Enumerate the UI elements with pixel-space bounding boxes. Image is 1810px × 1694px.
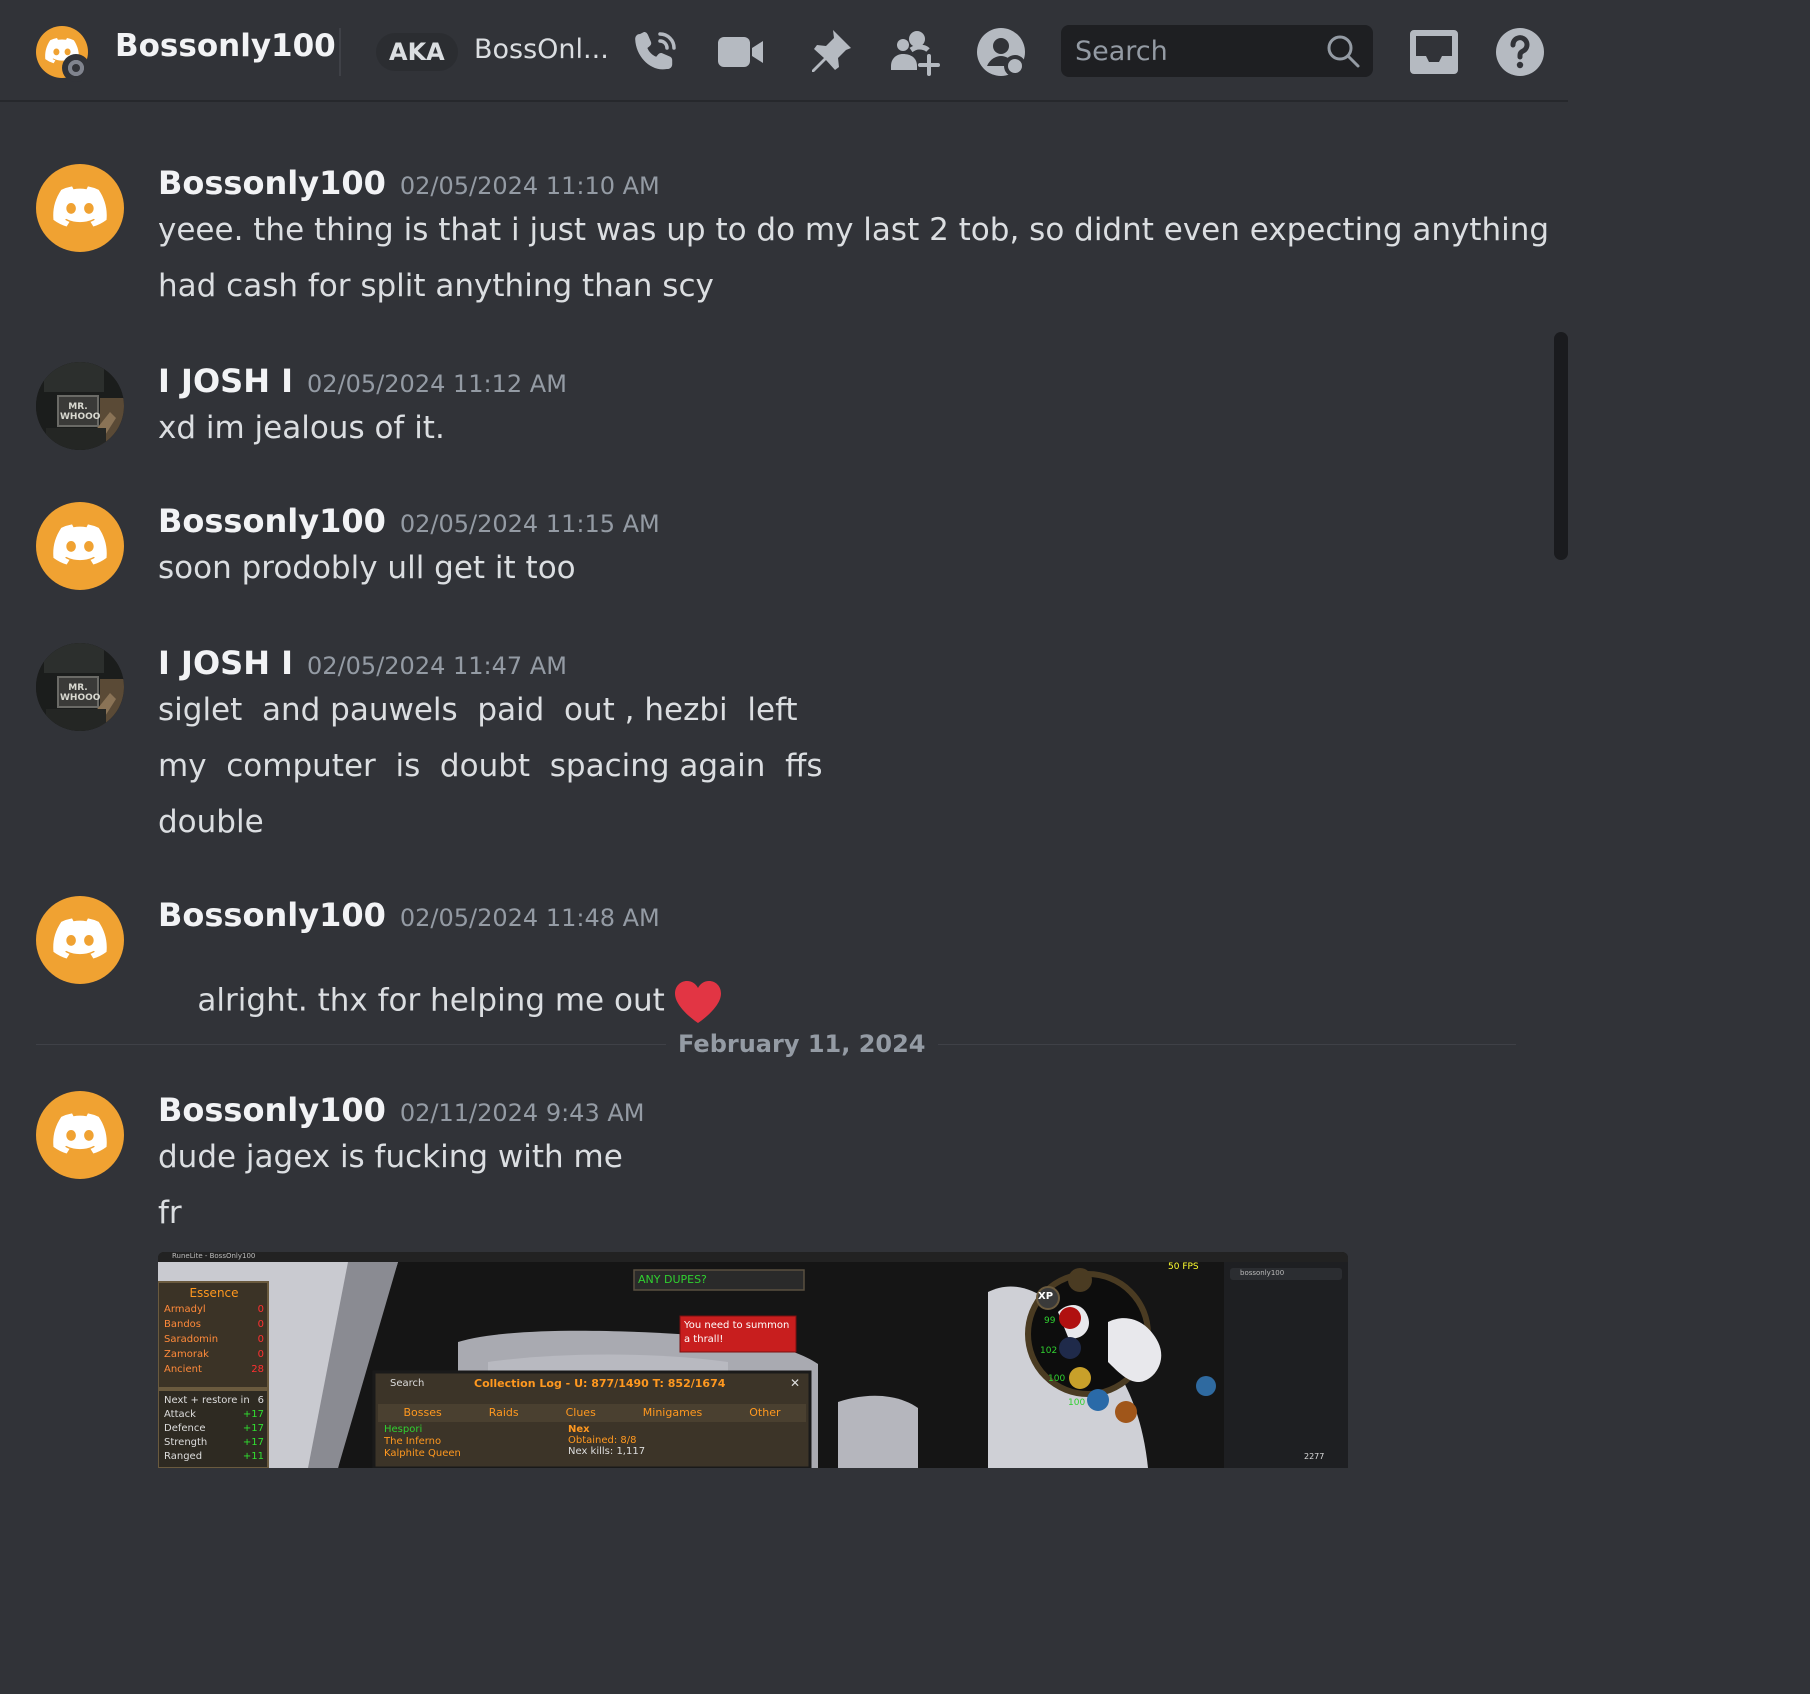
total-level: 2277	[1304, 1452, 1325, 1461]
message-text: double	[158, 804, 264, 840]
message-author[interactable]: I JOSH I	[158, 362, 293, 400]
essence-title: Essence	[189, 1286, 239, 1300]
message-header: I JOSH I 02/05/2024 11:47 AM	[158, 644, 567, 682]
runelite-sidebar-search: bossonly100	[1240, 1269, 1285, 1277]
log-tab: Minigames	[642, 1406, 703, 1419]
channel-title: Bossonly100	[115, 28, 336, 64]
message-timestamp: 02/05/2024 11:47 AM	[307, 652, 567, 680]
offline-status-icon	[62, 54, 90, 82]
game-window-title: RuneLite - BossOnly100	[172, 1252, 256, 1260]
avatar[interactable]	[36, 896, 124, 984]
orb-value: 100	[1068, 1398, 1086, 1408]
aka-badge: AKA	[376, 33, 458, 71]
avatar[interactable]: MR. WHOOO	[36, 643, 124, 731]
message-text: my computer is doubt spacing again ffs	[158, 748, 823, 784]
message-timestamp: 02/05/2024 11:10 AM	[399, 172, 660, 200]
message-text: fr	[158, 1195, 182, 1231]
message-text: dude jagex is fucking with me	[158, 1139, 623, 1175]
message-text: had cash for split anything than scy	[158, 268, 714, 304]
discord-logo-icon	[53, 1113, 107, 1154]
collection-log-search: Search	[390, 1378, 425, 1389]
essence-row: Ancient 28	[164, 1364, 264, 1375]
message-timestamp: 02/05/2024 11:48 AM	[399, 904, 660, 932]
game-warning-text: You need to summon a thrall!	[684, 1320, 790, 1345]
message-timestamp: 02/11/2024 9:43 AM	[399, 1099, 645, 1127]
message-text: soon prodobly ull get it too	[158, 550, 576, 586]
fps-counter: 50 FPS	[1168, 1262, 1199, 1272]
log-tab: Clues	[565, 1406, 596, 1419]
message-author[interactable]: Bossonly100	[158, 896, 386, 934]
avatar[interactable]: MR. WHOOO	[36, 362, 124, 450]
message-text-row: alright. thx for helping me out	[158, 944, 723, 1060]
boost-row: Next + restore in 6	[164, 1395, 264, 1406]
orb-value: 100	[1048, 1374, 1066, 1384]
message-timestamp: 02/05/2024 11:15 AM	[399, 510, 660, 538]
boost-row: Attack +17	[164, 1409, 264, 1420]
video-call-icon[interactable]	[715, 26, 767, 78]
message-header: Bossonly100 02/11/2024 9:43 AM	[158, 1091, 644, 1129]
message-text: xd im jealous of it.	[158, 410, 445, 446]
orb-value: 99	[1044, 1316, 1056, 1326]
avatar[interactable]	[36, 1091, 124, 1179]
message-header: Bossonly100 02/05/2024 11:48 AM	[158, 896, 660, 934]
game-screenshot-image	[158, 1252, 1348, 1468]
user-profile-icon[interactable]	[975, 26, 1027, 78]
red-heart-emoji-icon	[674, 981, 721, 1023]
essence-panel: Essence Armadyl 0 Bandos 0 Saradomin 0 Zamo…	[164, 1286, 264, 1377]
message-scrollbar[interactable]	[1554, 332, 1568, 560]
boosts-panel: Next + restore in 6 Attack +17 Defence +17 …	[164, 1394, 264, 1464]
message-author[interactable]: Bossonly100	[158, 1091, 386, 1129]
discord-logo-icon	[53, 524, 107, 565]
collection-log-close-icon: ✕	[790, 1376, 801, 1390]
boost-row: Strength +17	[164, 1437, 264, 1448]
inbox-icon[interactable]	[1408, 26, 1460, 78]
message-text: alright. thx for helping me out	[197, 982, 665, 1019]
date-divider-label: February 11, 2024	[666, 1030, 938, 1058]
game-chat-input: ANY DUPES?	[638, 1273, 707, 1286]
collection-log-entry: Nex Obtained: 8/8 Nex kills: 1,117	[568, 1424, 646, 1457]
message-header: I JOSH I 02/05/2024 11:12 AM	[158, 362, 567, 400]
message-header: Bossonly100 02/05/2024 11:10 AM	[158, 164, 660, 202]
header-divider	[339, 28, 341, 76]
search-icon	[1327, 35, 1360, 68]
avatar-sign-text: MR. WHOOO	[60, 402, 101, 422]
message-author[interactable]: Bossonly100	[158, 502, 386, 540]
help-icon[interactable]	[1494, 26, 1546, 78]
message-timestamp: 02/05/2024 11:12 AM	[307, 370, 567, 398]
message-text: siglet and pauwels paid out , hezbi left	[158, 692, 798, 728]
collection-log-tabs: Bosses Raids Clues Minigames Other	[380, 1406, 804, 1419]
xp-orb-label: XP	[1038, 1291, 1054, 1302]
log-tab: Other	[749, 1406, 781, 1419]
orb-value: 102	[1040, 1346, 1058, 1356]
avatar[interactable]	[36, 502, 124, 590]
boost-row: Ranged +11	[164, 1451, 264, 1462]
message-header: Bossonly100 02/05/2024 11:15 AM	[158, 502, 660, 540]
message-text: yeee. the thing is that i just was up to…	[158, 212, 1550, 248]
discord-logo-icon	[53, 918, 107, 959]
search-placeholder: Search	[1075, 36, 1168, 67]
avatar[interactable]	[36, 164, 124, 252]
log-tab: Raids	[488, 1406, 519, 1419]
boost-row: Defence +17	[164, 1423, 264, 1434]
channel-header: Bossonly100 AKA BossOnl... Search	[0, 0, 1568, 102]
collection-log-list: Hespori The Inferno Kalphite Queen	[384, 1424, 461, 1459]
essence-row: Saradomin 0	[164, 1334, 264, 1345]
aka-name[interactable]: BossOnl...	[474, 34, 609, 65]
essence-row: Bandos 0	[164, 1319, 264, 1330]
add-friends-icon[interactable]	[889, 26, 941, 78]
search-input[interactable]: Search	[1061, 25, 1373, 77]
log-tab: Bosses	[403, 1406, 442, 1419]
avatar-sign-text: MR. WHOOO	[60, 683, 101, 703]
voice-call-icon[interactable]	[630, 26, 682, 78]
message-author[interactable]: Bossonly100	[158, 164, 386, 202]
pinned-messages-icon[interactable]	[803, 26, 855, 78]
image-attachment[interactable]: RuneLite - BossOnly100 Essence Armadyl 0 …	[158, 1252, 1348, 1468]
essence-row: Zamorak 0	[164, 1349, 264, 1360]
essence-row: Armadyl 0	[164, 1304, 264, 1315]
message-author[interactable]: I JOSH I	[158, 644, 293, 682]
discord-logo-icon	[53, 186, 107, 227]
collection-log-title: Collection Log - U: 877/1490 T: 852/1674	[474, 1377, 726, 1390]
